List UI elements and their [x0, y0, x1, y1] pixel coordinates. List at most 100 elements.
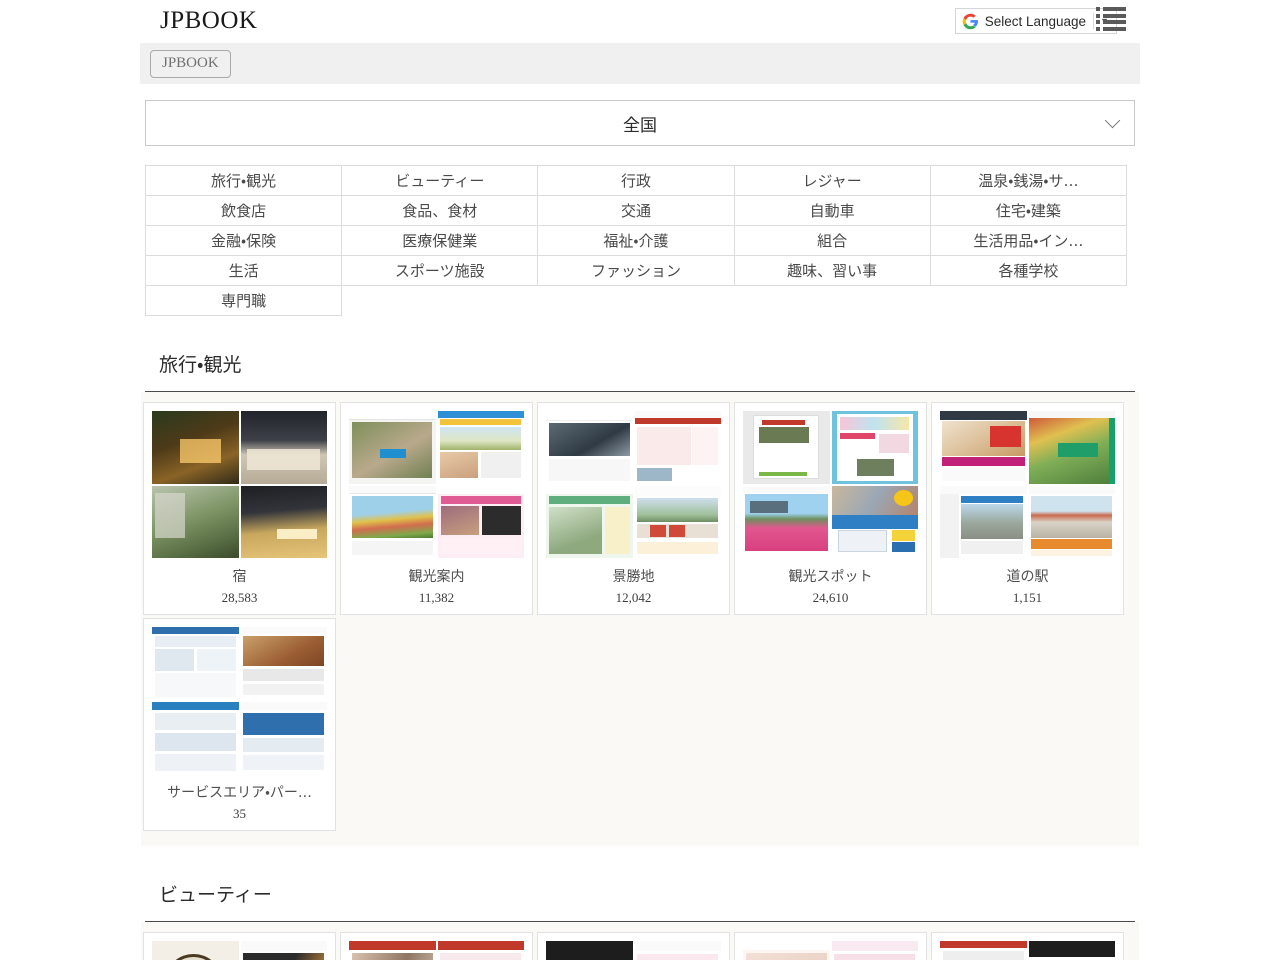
card-beauty-5[interactable]	[931, 932, 1124, 960]
category-cell-travel[interactable]: 旅行・観光	[146, 166, 342, 196]
thumbnail-collage	[152, 627, 327, 774]
thumb-tile	[743, 411, 830, 484]
card-count: 35	[233, 806, 246, 822]
category-cell-sports[interactable]: スポーツ施設	[342, 256, 538, 286]
site-logo[interactable]: JPBOOK	[160, 6, 257, 36]
site-header: JPBOOK Select Language ▼	[0, 0, 1280, 43]
thumbnail-collage	[940, 411, 1115, 558]
thumb-tile	[832, 486, 919, 559]
thumb-tile	[152, 627, 239, 700]
category-cell-empty	[930, 286, 1126, 316]
category-cell-welfare[interactable]: 福祉・介護	[538, 226, 734, 256]
category-cell-medical[interactable]: 医療保健業	[342, 226, 538, 256]
section-travel: 旅行・観光 宿 28,583	[145, 350, 1135, 846]
thumb-tile	[940, 941, 1027, 960]
list-menu-icon[interactable]	[1096, 6, 1126, 32]
card-service-area[interactable]: サービスエリア・パー… 35	[143, 618, 336, 831]
menu-row	[1096, 7, 1126, 11]
category-cell-restaurant[interactable]: 飲食店	[146, 196, 342, 226]
card-count: 11,382	[419, 590, 454, 606]
translate-label: Select Language	[985, 14, 1093, 29]
category-cell-transport[interactable]: 交通	[538, 196, 734, 226]
section-title: ビューティー	[145, 880, 1135, 921]
card-strip-beauty	[141, 922, 1139, 960]
thumb-tile	[241, 702, 328, 775]
card-kanko-annai[interactable]: 観光案内 11,382	[340, 402, 533, 615]
category-cell-leisure[interactable]: レジャー	[734, 166, 930, 196]
category-cell-finance[interactable]: 金融・保険	[146, 226, 342, 256]
card-label: サービスエリア・パー…	[167, 782, 312, 802]
chevron-down-icon	[1105, 113, 1121, 129]
category-cell-fashion[interactable]: ファッション	[538, 256, 734, 286]
thumb-tile	[152, 941, 239, 960]
menu-bar	[1103, 20, 1126, 24]
category-cell-hobby[interactable]: 趣味、習い事	[734, 256, 930, 286]
section-title: 旅行・観光	[145, 350, 1135, 391]
card-label: 観光案内	[409, 566, 465, 586]
card-beauty-3[interactable]	[537, 932, 730, 960]
thumb-tile	[743, 941, 830, 960]
card-keishochi[interactable]: 景勝地 12,042	[537, 402, 730, 615]
category-cell-schools[interactable]: 各種学校	[930, 256, 1126, 286]
menu-bullet	[1096, 7, 1100, 11]
card-beauty-2[interactable]	[340, 932, 533, 960]
category-cell-beauty[interactable]: ビューティー	[342, 166, 538, 196]
category-cell-housing[interactable]: 住宅・建築	[930, 196, 1126, 226]
category-cell-daily-goods[interactable]: 生活用品・イン…	[930, 226, 1126, 256]
card-count: 28,583	[222, 590, 258, 606]
table-row: 旅行・観光 ビューティー 行政 レジャー 温泉・銭湯・サ…	[146, 166, 1127, 196]
card-label: 景勝地	[613, 566, 655, 586]
thumbnail-collage	[152, 941, 327, 960]
thumb-tile	[349, 411, 436, 484]
region-select[interactable]: 全国	[145, 100, 1135, 146]
card-michi-no-eki[interactable]: 道の駅 1,151	[931, 402, 1124, 615]
main-content: 全国 旅行・観光 ビューティー 行政 レジャー 温泉・銭湯・サ… 飲食店 食品、…	[145, 84, 1135, 960]
card-kanko-spot[interactable]: 観光スポット 24,610	[734, 402, 927, 615]
thumb-tile	[546, 486, 633, 559]
thumbnail-collage	[349, 941, 524, 960]
menu-bullet	[1096, 27, 1100, 31]
thumbnail-collage	[546, 411, 721, 558]
thumbnail-collage	[743, 411, 918, 558]
menu-row	[1096, 27, 1126, 31]
breadcrumb: JPBOOK	[140, 43, 1140, 84]
menu-bullet	[1096, 20, 1100, 24]
card-beauty-4[interactable]	[734, 932, 927, 960]
page-root: JPBOOK Select Language ▼	[0, 0, 1280, 960]
category-cell-union[interactable]: 組合	[734, 226, 930, 256]
region-select-value: 全国	[623, 111, 657, 136]
category-cell-professional[interactable]: 専門職	[146, 286, 342, 316]
category-cell-automobile[interactable]: 自動車	[734, 196, 930, 226]
google-translate-widget[interactable]: Select Language ▼	[955, 8, 1117, 34]
card-beauty-1[interactable]	[143, 932, 336, 960]
table-row: 生活 スポーツ施設 ファッション 趣味、習い事 各種学校	[146, 256, 1127, 286]
category-cell-onsen[interactable]: 温泉・銭湯・サ…	[930, 166, 1126, 196]
thumb-tile	[546, 941, 633, 960]
category-cell-empty	[342, 286, 538, 316]
thumb-tile	[152, 702, 239, 775]
card-count: 12,042	[616, 590, 652, 606]
breadcrumb-item-jpbook[interactable]: JPBOOK	[150, 50, 231, 78]
card-yado[interactable]: 宿 28,583	[143, 402, 336, 615]
card-label: 道の駅	[1007, 566, 1049, 586]
card-label: 観光スポット	[789, 566, 873, 586]
category-cell-empty	[734, 286, 930, 316]
header-right-tools: Select Language ▼	[955, 8, 1117, 34]
thumb-tile	[635, 486, 722, 559]
category-cell-food[interactable]: 食品、食材	[342, 196, 538, 226]
category-cell-living[interactable]: 生活	[146, 256, 342, 286]
category-cell-empty	[538, 286, 734, 316]
card-count: 24,610	[813, 590, 849, 606]
thumb-tile	[438, 941, 525, 960]
thumb-tile	[546, 411, 633, 484]
thumb-tile	[241, 941, 328, 960]
thumb-tile	[635, 941, 722, 960]
thumbnail-collage	[349, 411, 524, 558]
card-label: 宿	[233, 566, 247, 586]
thumbnail-collage	[743, 941, 918, 960]
card-count: 1,151	[1013, 590, 1042, 606]
thumb-tile	[438, 486, 525, 559]
thumb-tile	[349, 941, 436, 960]
thumb-tile	[241, 627, 328, 700]
category-cell-government[interactable]: 行政	[538, 166, 734, 196]
